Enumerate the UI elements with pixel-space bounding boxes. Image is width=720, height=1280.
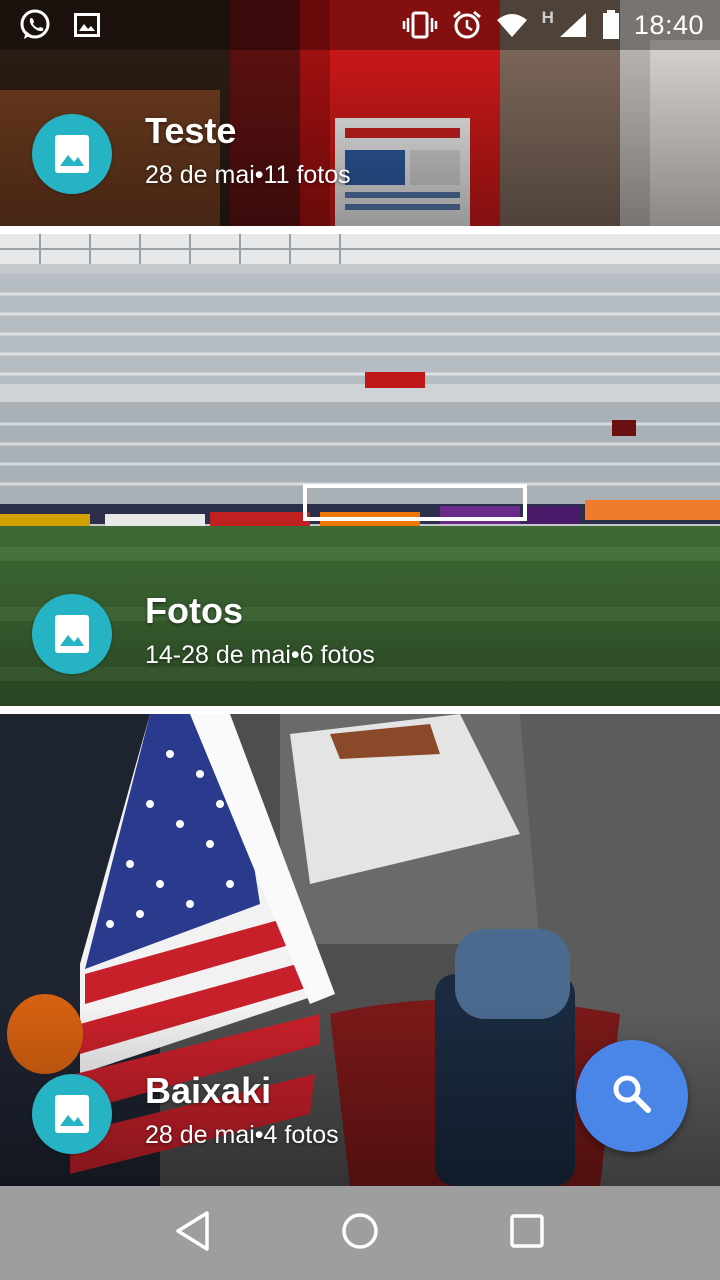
network-type-label: H bbox=[541, 8, 554, 27]
recents-button[interactable] bbox=[497, 1203, 557, 1263]
vibrate-icon bbox=[402, 11, 438, 39]
album-image-icon bbox=[32, 594, 112, 674]
image-notification-icon bbox=[74, 13, 100, 37]
alarm-icon bbox=[452, 10, 482, 40]
album-meta: 14-28 de mai•6 fotos bbox=[145, 641, 375, 669]
album-meta: 28 de mai•4 fotos bbox=[145, 1121, 339, 1149]
clock: 18:40 bbox=[633, 9, 704, 40]
signal-icon bbox=[558, 11, 588, 39]
search-fab[interactable] bbox=[576, 1040, 688, 1152]
album-list: Teste 28 de mai•11 fotos Fotos 14-28 de … bbox=[0, 0, 720, 1186]
status-bar: H 18:40 bbox=[0, 0, 720, 50]
navigation-bar bbox=[0, 1186, 720, 1280]
whatsapp-icon bbox=[18, 8, 52, 42]
home-button[interactable] bbox=[330, 1203, 390, 1263]
back-icon bbox=[173, 1210, 213, 1257]
battery-icon bbox=[602, 10, 620, 40]
album-image-icon bbox=[32, 114, 112, 194]
notification-icons bbox=[18, 8, 100, 42]
album-card-fotos[interactable]: Fotos 14-28 de mai•6 fotos bbox=[0, 234, 720, 706]
back-button[interactable] bbox=[163, 1203, 223, 1263]
album-title: Fotos bbox=[145, 590, 243, 631]
wifi-icon bbox=[496, 12, 528, 38]
album-meta: 28 de mai•11 fotos bbox=[145, 161, 351, 189]
search-icon bbox=[612, 1074, 652, 1119]
album-title: Teste bbox=[145, 110, 237, 151]
album-image-icon bbox=[32, 1074, 112, 1154]
system-icons: H 18:40 bbox=[402, 8, 704, 41]
recents-icon bbox=[509, 1213, 545, 1254]
home-icon bbox=[340, 1211, 380, 1256]
album-title: Baixaki bbox=[145, 1070, 272, 1111]
